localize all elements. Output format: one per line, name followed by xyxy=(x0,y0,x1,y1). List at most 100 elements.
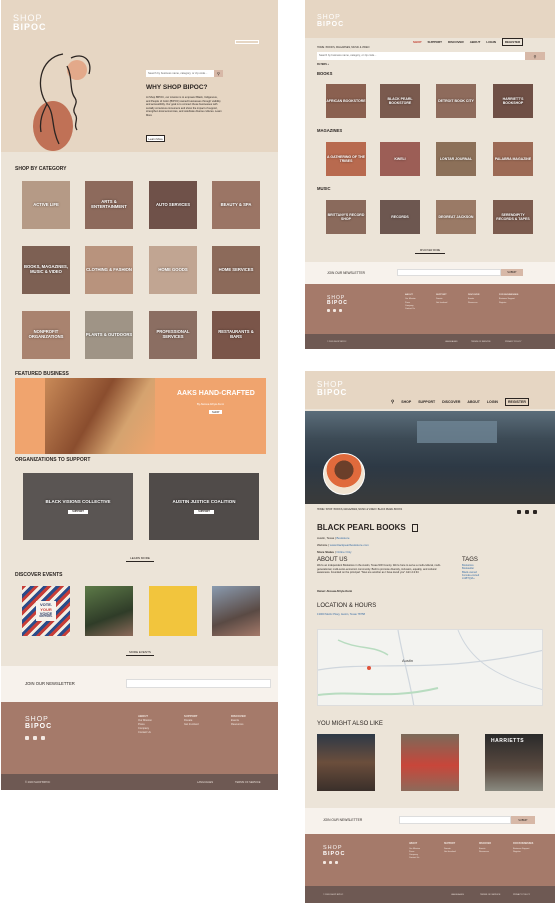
twitter-icon[interactable] xyxy=(517,510,521,514)
business-tile[interactable]: SERENDIPITY RECORDS & TAPES xyxy=(493,200,533,234)
facebook-icon[interactable] xyxy=(25,736,29,740)
learn-more-button[interactable]: LEARN MORE xyxy=(126,556,154,562)
business-tile[interactable]: DEGREAT JACKSON xyxy=(436,200,476,234)
logo[interactable]: SHOP BIPOC xyxy=(13,14,47,32)
footer-link[interactable]: Register xyxy=(513,851,533,854)
featured-shop-button[interactable]: SHOP xyxy=(209,410,223,414)
event-card-2[interactable] xyxy=(85,586,133,636)
nav-login[interactable]: LOGIN xyxy=(486,40,496,44)
org-support-button[interactable]: SUPPORT xyxy=(68,510,88,514)
twitter-icon[interactable] xyxy=(329,861,332,864)
category-tile-nonprofit[interactable]: NONPROFIT ORGANIZATIONS xyxy=(22,311,70,359)
category-tile-home-services[interactable]: HOME SERVICES xyxy=(212,246,260,294)
event-card-3[interactable] xyxy=(149,586,197,636)
nav-support[interactable]: SUPPORT xyxy=(428,40,443,44)
privacy-link[interactable]: PRIVACY POLICY xyxy=(505,341,522,343)
more-events-button[interactable]: MORE EVENTS xyxy=(126,650,154,656)
nav-about[interactable]: ABOUT xyxy=(470,40,481,44)
nav-about[interactable]: ABOUT xyxy=(467,400,479,404)
tag-link[interactable]: LGBTQIA+ xyxy=(462,577,479,580)
footer-link[interactable]: Contact Us xyxy=(405,308,416,311)
map[interactable]: Austin xyxy=(317,629,543,706)
nav-discover[interactable]: DISCOVER xyxy=(448,40,464,44)
category-search-button[interactable]: ⚲ xyxy=(525,52,545,60)
twitter-icon[interactable] xyxy=(33,736,37,740)
bookmark-icon[interactable] xyxy=(412,524,418,532)
footer-link[interactable]: Get Involved xyxy=(444,851,456,854)
instagram-icon[interactable] xyxy=(339,309,342,312)
nav-register[interactable]: REGISTER xyxy=(504,398,529,406)
filters-toggle[interactable]: FILTERS + xyxy=(317,63,329,66)
terms-link[interactable]: TERMS OF SERVICE xyxy=(235,781,260,784)
facebook-icon[interactable] xyxy=(323,861,326,864)
terms-link[interactable]: TERMS OF SERVICE xyxy=(471,341,491,343)
twitter-icon[interactable] xyxy=(333,309,336,312)
footer-logo[interactable]: SHOP BIPOC xyxy=(323,845,345,857)
category-tile-books[interactable]: BOOKS, MAGAZINES, MUSIC & VIDEO xyxy=(22,246,70,294)
facebook-icon[interactable] xyxy=(525,510,529,514)
event-card-vote[interactable]: VOTE. YOUR VOICE MATTERS. xyxy=(22,586,70,636)
footer-logo[interactable]: SHOP BIPOC xyxy=(25,716,52,730)
business-tile[interactable]: PALABRA MAGAZINE xyxy=(493,142,533,176)
instagram-icon[interactable] xyxy=(41,736,45,740)
footer-link[interactable]: Contact Us xyxy=(138,731,152,735)
nav-support[interactable]: SUPPORT xyxy=(418,400,435,404)
event-card-4[interactable] xyxy=(212,586,260,636)
business-tile[interactable]: A GATHERING OF THE TRIBES xyxy=(326,142,366,176)
newsletter-email-input[interactable] xyxy=(126,679,271,688)
languages-select[interactable]: LANGUAGES xyxy=(197,781,213,784)
footer-link[interactable]: Resources xyxy=(479,851,491,854)
search-input[interactable]: Search by business name, category, or zi… xyxy=(146,70,214,77)
discover-more-button[interactable]: DISCOVER MORE xyxy=(415,249,445,254)
nav-discover[interactable]: DISCOVER xyxy=(442,400,460,404)
business-tile[interactable]: BRITTANY'S RECORD SHOP xyxy=(326,200,366,234)
instagram-icon[interactable] xyxy=(533,510,537,514)
logo[interactable]: SHOP BIPOC xyxy=(317,381,347,397)
business-tile[interactable]: RECORDS xyxy=(380,200,420,234)
languages-select[interactable]: LANGUAGES xyxy=(445,341,457,343)
category-tile-beauty[interactable]: BEAUTY & SPA xyxy=(212,181,260,229)
footer-link[interactable]: Register xyxy=(499,302,518,305)
footer-link[interactable]: Contact Us xyxy=(409,857,420,860)
address-link[interactable]: 13000 Metric Pkwy, Austin, Texas 78758 xyxy=(317,613,365,616)
terms-link[interactable]: TERMS OF SERVICE xyxy=(480,894,500,896)
nav-register[interactable]: REGISTER xyxy=(501,38,524,46)
website-link[interactable]: www.blackpearlbookstore.com xyxy=(330,543,369,547)
org-card-black-visions[interactable]: BLACK VISIONS COLLECTIVE SUPPORT xyxy=(23,473,133,540)
newsletter-submit-button[interactable]: SUBMIT xyxy=(501,269,523,276)
org-card-austin-justice[interactable]: AUSTIN JUSTICE COALITION SUPPORT xyxy=(149,473,259,540)
category-tile-active-life[interactable]: ACTIVE LIFE xyxy=(22,181,70,229)
category-tile-plants[interactable]: PLANTS & OUTDOORS xyxy=(85,311,133,359)
newsletter-email-input[interactable] xyxy=(399,816,511,824)
category-tile-restaurants[interactable]: RESTAURANTS & BARS xyxy=(212,311,260,359)
category-tile-arts[interactable]: ARTS & ENTERTAINMENT xyxy=(85,181,133,229)
category-tile-home-goods[interactable]: HOME GOODS xyxy=(149,246,197,294)
footer-link[interactable]: Resources xyxy=(231,723,246,727)
online-only-link[interactable]: Online Only xyxy=(336,550,351,554)
search-icon[interactable]: ⚲ xyxy=(391,399,394,405)
business-tile[interactable]: HARRIETT'S BOOKSHOP xyxy=(493,84,533,118)
category-search-input[interactable]: Search by business name, category, or zi… xyxy=(317,52,525,60)
languages-select[interactable]: LANGUAGES xyxy=(451,894,464,896)
category-tile-professional[interactable]: PROFESSIONAL SERVICES xyxy=(149,311,197,359)
footer-link[interactable]: Get Involved xyxy=(184,723,199,727)
instagram-icon[interactable] xyxy=(335,861,338,864)
business-type-link[interactable]: Bookstore xyxy=(337,536,350,540)
business-tile[interactable]: BLACK PEARL BOOKSTORE xyxy=(380,84,420,118)
newsletter-email-input[interactable] xyxy=(397,269,501,276)
business-tile[interactable]: AFRICAN BOOKSTORE xyxy=(326,84,366,118)
business-tile[interactable]: KWELI xyxy=(380,142,420,176)
footer-link[interactable]: Resources xyxy=(468,302,479,305)
recommendation-card[interactable] xyxy=(317,734,375,791)
privacy-link[interactable]: PRIVACY POLICY xyxy=(513,894,530,896)
recommendation-card[interactable] xyxy=(401,734,459,791)
newsletter-submit-button[interactable]: SUBMIT xyxy=(511,816,535,824)
footer-link[interactable]: Get Involved xyxy=(436,302,447,305)
menu-toggle[interactable] xyxy=(235,40,259,44)
business-tile[interactable]: LONTAR JOURNAL xyxy=(436,142,476,176)
learn-more-link[interactable]: Learn More xyxy=(146,135,166,142)
category-tile-auto[interactable]: AUTO SERVICES xyxy=(149,181,197,229)
nav-shop[interactable]: SHOP xyxy=(413,40,422,44)
recommendation-card[interactable]: HARRIETTS xyxy=(485,734,543,791)
nav-shop[interactable]: SHOP xyxy=(401,400,411,404)
